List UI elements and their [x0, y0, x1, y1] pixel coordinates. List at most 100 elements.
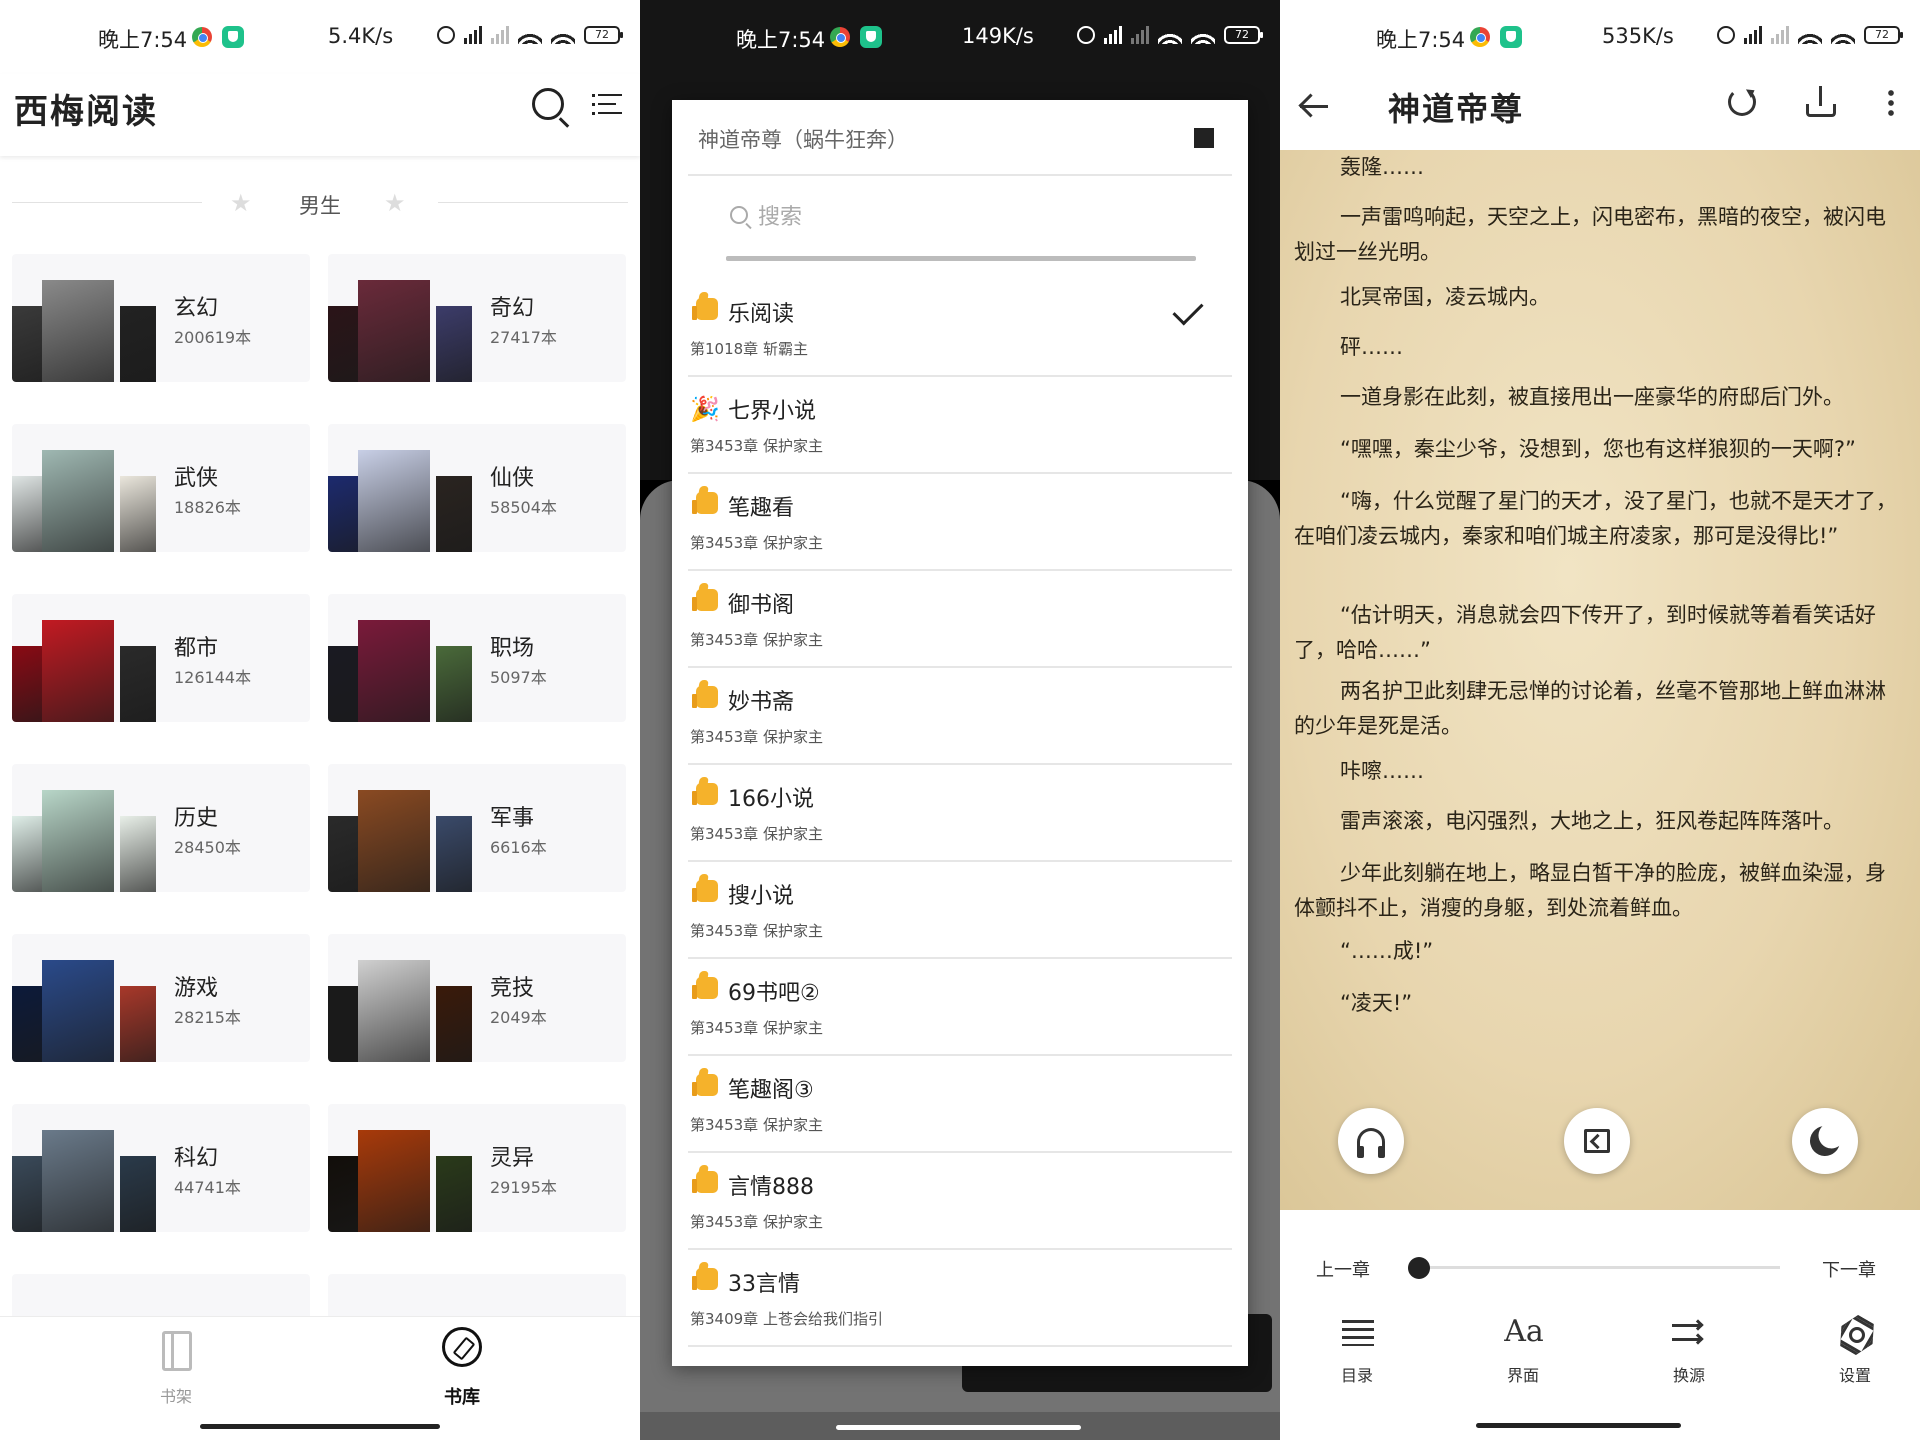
source-item[interactable]: 笔趣阁③ 第3453章 保护家主	[688, 1056, 1232, 1153]
source-item[interactable]	[688, 1347, 1232, 1366]
nav-label: 书架	[159, 1387, 192, 1406]
source-item[interactable]: 言情888 第3453章 保护家主	[688, 1153, 1232, 1250]
bottom-nav: 书架 书库	[0, 1316, 640, 1414]
next-chapter-button[interactable]: 下一章	[1822, 1256, 1876, 1282]
settings-button[interactable]: 设置	[1810, 1310, 1900, 1396]
category-card[interactable]: 武侠 18826本	[12, 424, 310, 552]
alarm-icon	[1717, 26, 1735, 44]
category-card[interactable]: 奇幻 27417本	[328, 254, 626, 382]
source-item[interactable]: 御书阁 第3453章 保护家主	[688, 571, 1232, 668]
source-latest-chapter: 第1018章 斩霸主	[690, 340, 808, 358]
book-cover-center	[358, 790, 430, 892]
compass-icon	[442, 1327, 482, 1367]
chrome-icon	[1470, 27, 1490, 47]
category-name: 灵异	[490, 1146, 535, 1171]
more-vertical-icon[interactable]	[1888, 88, 1894, 118]
category-name: 玄幻	[174, 296, 219, 321]
party-popper-icon: 🎉	[690, 395, 720, 423]
category-card[interactable]: 历史 28450本	[12, 764, 310, 892]
category-name: 仙侠	[490, 466, 535, 491]
paragraph: “嗨，什么觉醒了星门的天才，没了星门，也就不是天才了，在咱们凌云城内，秦家和咱们…	[1294, 489, 1897, 548]
paragraph: 砰……	[1340, 335, 1403, 359]
home-indicator[interactable]	[1280, 1414, 1920, 1440]
category-count: 126144本	[174, 668, 252, 687]
source-item[interactable]: 搜小说 第3453章 保护家主	[688, 862, 1232, 959]
tts-button[interactable]	[1338, 1108, 1404, 1174]
source-latest-chapter: 第3453章 保护家主	[690, 437, 823, 455]
category-card[interactable]: 玄幻 200619本	[12, 254, 310, 382]
signal-icon-2	[1131, 26, 1149, 44]
category-card[interactable]: 都市 126144本	[12, 594, 310, 722]
signal-icon	[1744, 26, 1762, 44]
prev-chapter-button[interactable]: 上一章	[1316, 1256, 1370, 1282]
search-icon[interactable]	[532, 88, 564, 120]
category-count: 29195本	[490, 1178, 557, 1197]
back-arrow-icon[interactable]	[1298, 90, 1330, 122]
reader-header: 神道帝尊	[1280, 74, 1920, 150]
source-item[interactable]: 妙书斋 第3453章 保护家主	[688, 668, 1232, 765]
book-cover-center	[358, 280, 430, 382]
source-name: 妙书斋	[728, 690, 795, 715]
bookshelf-icon	[162, 1331, 192, 1371]
category-name: 历史	[174, 806, 219, 831]
slider-handle[interactable]	[1408, 1257, 1430, 1279]
battery-icon: 72	[1224, 26, 1263, 44]
paragraph: “凌天!”	[1340, 991, 1413, 1015]
book-cover-center	[42, 1130, 114, 1232]
refresh-icon[interactable]	[1728, 88, 1756, 116]
category-card[interactable]: 竞技 2049本	[328, 934, 626, 1062]
font-aa-icon: Aa	[1504, 1314, 1544, 1349]
source-latest-chapter: 第3453章 保护家主	[690, 1213, 823, 1231]
toc-button[interactable]: 目录	[1312, 1310, 1402, 1396]
source-item[interactable]: 69书吧② 第3453章 保护家主	[688, 959, 1232, 1056]
menu-list-icon[interactable]	[592, 92, 622, 116]
divider	[688, 174, 1232, 176]
shield-app-icon	[1500, 26, 1522, 48]
paragraph: “……成!”	[1340, 939, 1434, 963]
network-speed: 149K/s	[962, 24, 1034, 48]
book-cover-right	[120, 476, 156, 552]
headphones-icon	[1357, 1128, 1385, 1158]
home-indicator[interactable]	[0, 1414, 640, 1440]
checkmark-icon	[1172, 294, 1204, 326]
category-card[interactable]: 职场 5097本	[328, 594, 626, 722]
page-turn-button[interactable]	[1564, 1108, 1630, 1174]
source-item[interactable]: 笔趣看 第3453章 保护家主	[688, 474, 1232, 571]
hotspot-icon	[1831, 26, 1855, 44]
home-indicator[interactable]	[640, 1412, 1280, 1440]
change-source-button[interactable]: 换源	[1644, 1310, 1734, 1396]
download-icon[interactable]	[1806, 86, 1836, 118]
thumbs-up-icon	[690, 1268, 718, 1296]
stop-icon[interactable]	[1194, 128, 1214, 148]
moon-icon	[1806, 1122, 1844, 1160]
category-card[interactable]: 科幻 44741本	[12, 1104, 310, 1232]
source-latest-chapter: 第3453章 保护家主	[690, 631, 823, 649]
source-item[interactable]: 乐阅读 第1018章 斩霸主	[688, 280, 1232, 377]
chapter-progress-slider[interactable]	[1420, 1266, 1780, 1269]
nav-bookshelf[interactable]: 书架	[106, 1317, 246, 1415]
battery-icon: 72	[1864, 26, 1903, 44]
nav-library[interactable]: 书库	[392, 1317, 532, 1415]
source-search-input[interactable]	[758, 200, 1198, 234]
style-button[interactable]: Aa 界面	[1478, 1310, 1568, 1396]
category-card[interactable]: 游戏 28215本	[12, 934, 310, 1062]
night-mode-button[interactable]	[1792, 1108, 1858, 1174]
source-item[interactable]: 33言情 第3409章 上苍会给我们指引	[688, 1250, 1232, 1347]
source-item[interactable]: 166小说 第3453章 保护家主	[688, 765, 1232, 862]
wifi-icon	[1798, 26, 1822, 44]
category-card[interactable]: 仙侠 58504本	[328, 424, 626, 552]
book-cover-center	[42, 620, 114, 722]
chrome-icon	[192, 27, 212, 47]
section-title: 男生	[299, 194, 341, 218]
chapter-text[interactable]: 轰隆…… 一声雷鸣响起，天空之上，闪电密布，黑暗的夜空，被闪电划过一丝光明。 北冥帝…	[1280, 150, 1920, 1210]
category-count: 200619本	[174, 328, 252, 347]
category-card[interactable]: 军事 6616本	[328, 764, 626, 892]
source-item[interactable]: 🎉 七界小说 第3453章 保护家主	[688, 377, 1232, 474]
list-scrollbar[interactable]	[726, 256, 1196, 261]
category-card[interactable]: 灵异 29195本	[328, 1104, 626, 1232]
hotspot-icon	[551, 26, 575, 44]
source-latest-chapter: 第3453章 保护家主	[690, 1019, 823, 1037]
source-latest-chapter: 第3453章 保护家主	[690, 922, 823, 940]
tool-label: 设置	[1838, 1366, 1871, 1385]
category-count: 6616本	[490, 838, 547, 857]
